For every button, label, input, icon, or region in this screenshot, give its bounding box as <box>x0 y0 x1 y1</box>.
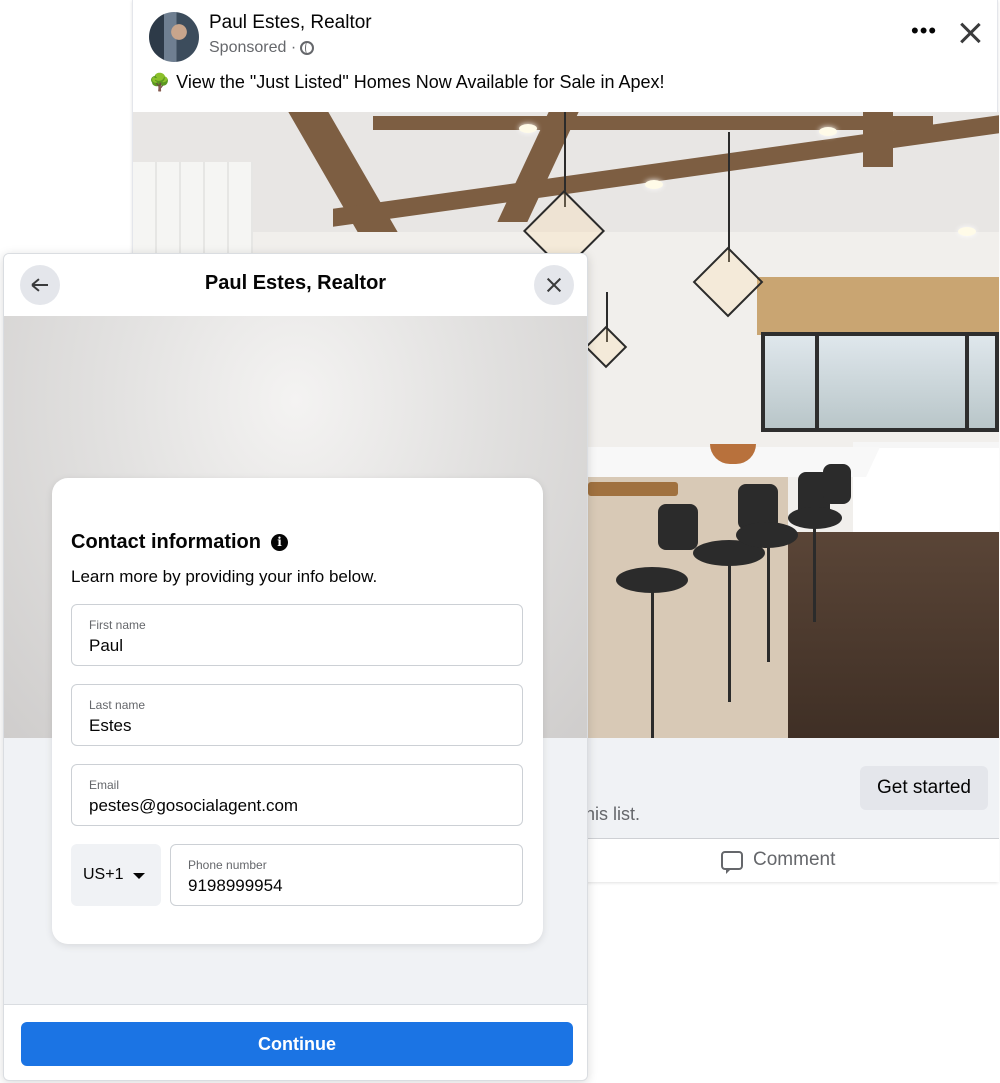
comment-label: Comment <box>753 849 836 870</box>
comment-button[interactable]: Comment <box>721 849 836 874</box>
globe-icon <box>300 41 315 55</box>
card-title-text: Contact information <box>71 531 261 553</box>
bar-stool <box>823 464 851 504</box>
country-code-select[interactable]: US+1 <box>71 844 161 906</box>
last-name-value[interactable]: Estes <box>89 716 132 736</box>
last-name-field[interactable]: Last name Estes <box>71 684 523 746</box>
phone-number-field[interactable]: Phone number 9198999954 <box>170 844 523 906</box>
first-name-label: First name <box>89 618 146 632</box>
stool-leg <box>651 590 654 738</box>
email-value[interactable]: pestes@gosocialagent.com <box>89 796 298 816</box>
more-icon[interactable]: ••• <box>911 18 937 44</box>
first-name-field[interactable]: First name Paul <box>71 604 523 666</box>
phone-number-value[interactable]: 9198999954 <box>188 876 283 896</box>
get-started-button[interactable]: Get started <box>860 766 988 810</box>
recessed-light <box>958 227 976 236</box>
email-label: Email <box>89 778 120 792</box>
cutting-board <box>588 482 678 496</box>
modal-close-button[interactable] <box>534 265 574 305</box>
chevron-down-icon <box>133 873 145 879</box>
close-icon <box>545 276 563 294</box>
phone-number-label: Phone number <box>188 858 267 872</box>
lead-form-modal: Paul Estes, Realtor Contact information … <box>3 253 588 1081</box>
post-text: 🌳 View the "Just Listed" Homes Now Avail… <box>149 72 665 93</box>
post-text-content: View the "Just Listed" Homes Now Availab… <box>176 72 665 92</box>
close-icon[interactable] <box>957 20 983 46</box>
info-icon[interactable]: i <box>271 534 288 551</box>
pendant-light <box>692 246 764 318</box>
card-subtitle: Learn more by providing your info below. <box>71 567 378 586</box>
modal-footer: Continue <box>4 1004 587 1080</box>
recessed-light <box>645 180 663 189</box>
email-field[interactable]: Email pestes@gosocialagent.com <box>71 764 523 826</box>
pendant-light <box>584 325 628 369</box>
country-code-value: US+1 <box>83 866 124 883</box>
ceiling-beam <box>373 116 933 130</box>
stool-leg <box>813 527 816 622</box>
post-header: Paul Estes, Realtor Sponsored · ••• 🌳 Vi… <box>133 0 997 112</box>
avatar[interactable] <box>149 12 199 62</box>
pendant-wire <box>728 132 730 262</box>
continue-button[interactable]: Continue <box>21 1022 573 1066</box>
card-title: Contact information i <box>71 531 288 554</box>
stool-leg <box>728 562 731 702</box>
modal-header: Paul Estes, Realtor <box>4 254 587 316</box>
window-shade <box>757 277 999 335</box>
recessed-light <box>519 124 537 133</box>
stool-leg <box>767 542 770 662</box>
recessed-light <box>819 127 837 136</box>
window <box>761 332 999 432</box>
modal-title: Paul Estes, Realtor <box>204 272 387 294</box>
bar-stool <box>658 504 698 550</box>
bar-stool <box>788 507 842 529</box>
sponsored-label: Sponsored · <box>209 39 297 56</box>
window-mullion <box>965 336 969 428</box>
comment-icon <box>721 850 743 874</box>
last-name-label: Last name <box>89 698 146 712</box>
first-name-value[interactable]: Paul <box>89 636 123 656</box>
post-author[interactable]: Paul Estes, Realtor <box>209 12 372 34</box>
contact-information-card: Contact information i Learn more by prov… <box>52 478 543 944</box>
window-mullion <box>815 336 819 428</box>
tree-icon: 🌳 <box>149 72 171 92</box>
post-meta: Sponsored · <box>209 39 315 57</box>
post-cta-subtext: his list. <box>585 804 641 824</box>
